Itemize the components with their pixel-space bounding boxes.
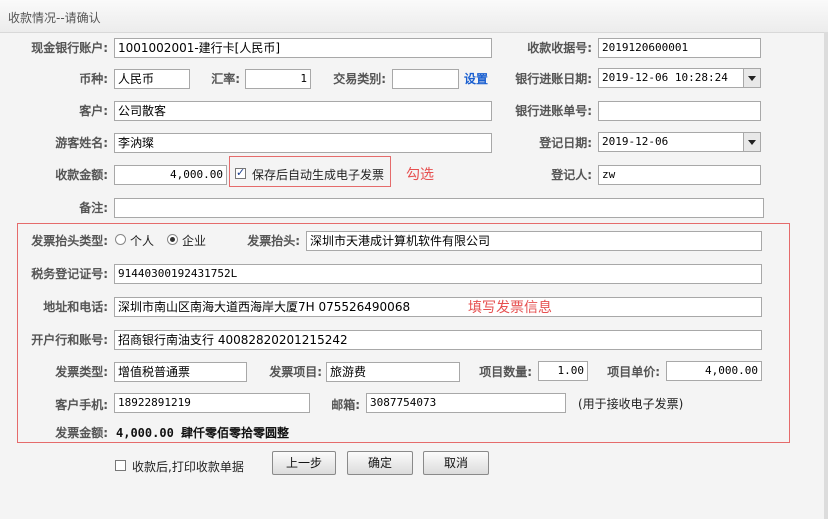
invoice-type-field[interactable]: 增值税普通票	[114, 362, 247, 382]
check-annotation: 勾选	[406, 167, 434, 183]
qty-label: 项目数量:	[479, 365, 532, 379]
currency-field[interactable]: 人民币	[114, 69, 190, 89]
tourist-field[interactable]: 李汭璨	[114, 133, 492, 153]
dropdown-arrow-icon[interactable]	[743, 133, 760, 151]
invoice-title-label: 发票抬头:	[247, 234, 300, 248]
fill-annotation: 填写发票信息	[468, 300, 552, 316]
amount-field[interactable]: 4,000.00	[114, 165, 227, 185]
invoice-title-field[interactable]: 深圳市天港成计算机软件有限公司	[306, 231, 762, 251]
bank-account-label: 现金银行账户:	[31, 41, 108, 55]
register-date-label: 登记日期:	[539, 136, 592, 150]
invoice-item-label: 发票项目:	[269, 365, 322, 379]
invoice-item-field[interactable]: 旅游费	[326, 362, 460, 382]
radio-personal[interactable]	[115, 234, 126, 245]
bank-account-field[interactable]: 1001002001-建行卡[人民币]	[114, 38, 492, 58]
remark-label: 备注:	[79, 201, 108, 215]
print-receipt-checkbox[interactable]	[115, 460, 126, 471]
invoice-total-value: 4,000.00 肆仟零佰零拾零圆整	[116, 426, 290, 440]
rate-field[interactable]: 1	[245, 69, 311, 89]
bank-slip-field[interactable]	[598, 101, 761, 121]
tax-id-label: 税务登记证号:	[31, 267, 108, 281]
title-bar: 收款情况--请确认	[0, 0, 828, 33]
auto-invoice-checkbox[interactable]	[235, 166, 246, 179]
qty-field[interactable]: 1.00	[538, 361, 588, 381]
email-field[interactable]: 3087754073	[366, 393, 566, 413]
bank-date-value: 2019-12-06 10:28:24	[602, 71, 728, 84]
bank-date-label: 银行进账日期:	[515, 72, 592, 86]
radio-company-label: 企业	[182, 234, 207, 248]
bank-info-label: 开户行和账号:	[31, 333, 108, 347]
window-edge	[824, 32, 828, 519]
address-label: 地址和电话:	[43, 300, 108, 314]
register-date-value: 2019-12-06	[602, 135, 669, 148]
remark-field[interactable]	[114, 198, 764, 218]
email-label: 邮箱:	[331, 398, 360, 412]
print-receipt-label: 收款后,打印收款单据	[132, 460, 244, 474]
title-type-label: 发票抬头类型:	[31, 234, 108, 248]
customer-field[interactable]: 公司散客	[114, 101, 492, 121]
unit-price-label: 项目单价:	[607, 365, 660, 379]
dropdown-arrow-icon[interactable]	[743, 69, 760, 87]
receipt-no-label: 收款收据号:	[527, 41, 592, 55]
register-date-combo[interactable]: 2019-12-06	[598, 132, 761, 152]
ok-button[interactable]: 确定	[347, 451, 413, 475]
prev-button[interactable]: 上一步	[272, 451, 336, 475]
payment-confirm-dialog: 收款情况--请确认 现金银行账户: 1001002001-建行卡[人民币] 收款…	[0, 0, 828, 519]
tax-id-field[interactable]: 91440300192431752L	[114, 264, 762, 284]
registrar-label: 登记人:	[551, 168, 592, 182]
radio-personal-label: 个人	[130, 234, 155, 248]
trade-type-field[interactable]	[392, 69, 459, 89]
bank-info-field[interactable]: 招商银行南油支行 40082820201215242	[114, 330, 762, 350]
amount-label: 收款金额:	[55, 168, 108, 182]
unit-price-field[interactable]: 4,000.00	[666, 361, 762, 381]
email-hint: (用于接收电子发票)	[578, 397, 684, 411]
invoice-total-label: 发票金额:	[55, 426, 108, 440]
auto-invoice-label: 保存后自动生成电子发票	[252, 168, 385, 182]
bank-date-combo[interactable]: 2019-12-06 10:28:24	[598, 68, 761, 88]
registrar-field[interactable]: zw	[598, 165, 761, 185]
receipt-no-field[interactable]: 2019120600001	[598, 38, 761, 58]
address-field[interactable]: 深圳市南山区南海大道西海岸大厦7H 075526490068	[114, 297, 762, 317]
settings-link[interactable]: 设置	[464, 70, 488, 87]
trade-type-label: 交易类别:	[333, 72, 386, 86]
radio-company[interactable]	[167, 234, 178, 245]
phone-label: 客户手机:	[55, 398, 108, 412]
window-title: 收款情况--请确认	[8, 11, 101, 25]
tourist-label: 游客姓名:	[55, 136, 108, 150]
phone-field[interactable]: 18922891219	[114, 393, 310, 413]
cancel-button[interactable]: 取消	[423, 451, 489, 475]
currency-label: 币种:	[79, 72, 108, 86]
invoice-type-label: 发票类型:	[55, 365, 108, 379]
customer-label: 客户:	[79, 104, 108, 118]
rate-label: 汇率:	[211, 72, 240, 86]
bank-slip-label: 银行进账单号:	[515, 104, 592, 118]
